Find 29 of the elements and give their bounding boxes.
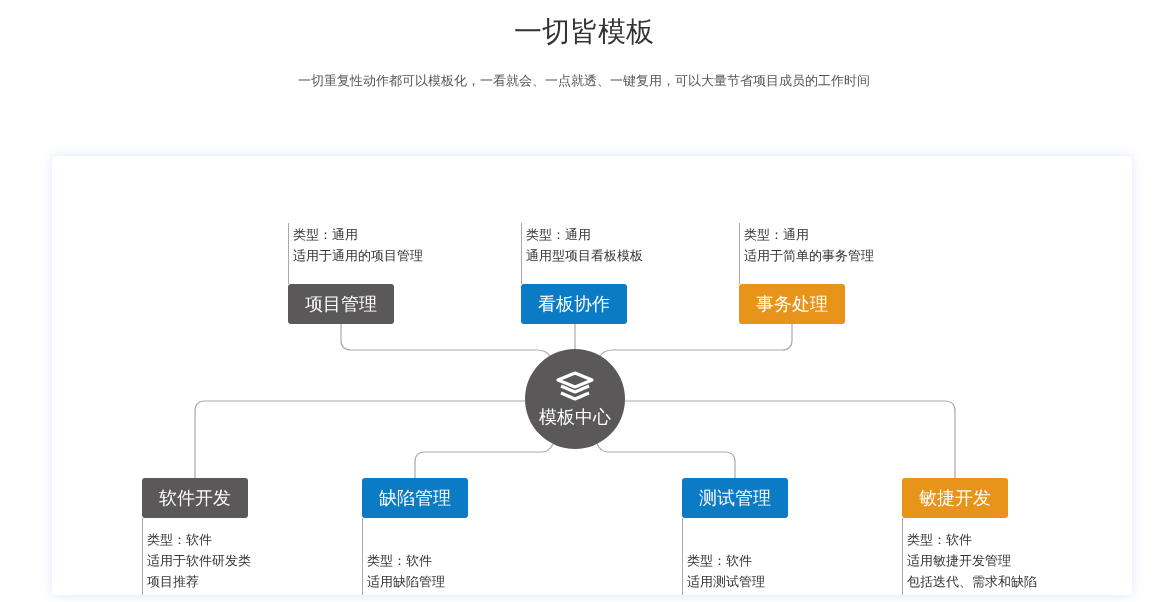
node-note: 类型：通用 xyxy=(744,226,810,244)
node-note: 包括迭代、需求和缺陷 xyxy=(907,573,1037,591)
topic-node[interactable]: 看板协作 xyxy=(521,284,627,324)
topic-node[interactable]: 敏捷开发 xyxy=(902,478,1008,518)
node-note: 类型：软件 xyxy=(367,552,433,570)
node-note: 类型：软件 xyxy=(147,531,213,549)
topic-node[interactable]: 测试管理 xyxy=(682,478,788,518)
layers-icon xyxy=(554,370,596,404)
node-note: 适用测试管理 xyxy=(687,573,765,591)
node-note: 类型：通用 xyxy=(293,226,359,244)
node-note: 类型：通用 xyxy=(526,226,592,244)
page-subtitle: 一切重复性动作都可以模板化，一看就会、一点就透、一键复用，可以大量节省项目成员的工作时间 xyxy=(297,73,870,89)
node-note: 适用敏捷开发管理 xyxy=(907,552,1012,570)
topic-node[interactable]: 缺陷管理 xyxy=(362,478,468,518)
node-note: 类型：软件 xyxy=(687,552,753,570)
page-title: 一切皆模板 xyxy=(513,15,654,49)
connector-line xyxy=(574,323,576,350)
node-note: 项目推荐 xyxy=(147,573,200,591)
center-node[interactable]: 模板中心 xyxy=(525,349,625,449)
center-label: 模板中心 xyxy=(539,406,611,428)
node-note: 适用于简单的事务管理 xyxy=(744,247,874,265)
node-note: 适用于软件研发类 xyxy=(147,552,251,570)
topic-node[interactable]: 软件开发 xyxy=(142,478,248,518)
node-note: 适用缺陷管理 xyxy=(367,573,445,591)
node-note: 适用于通用的项目管理 xyxy=(293,247,423,265)
node-note: 类型：软件 xyxy=(907,531,973,549)
topic-node[interactable]: 事务处理 xyxy=(739,284,845,324)
node-note: 通用型项目看板模板 xyxy=(526,247,643,265)
topic-node[interactable]: 项目管理 xyxy=(288,284,394,324)
